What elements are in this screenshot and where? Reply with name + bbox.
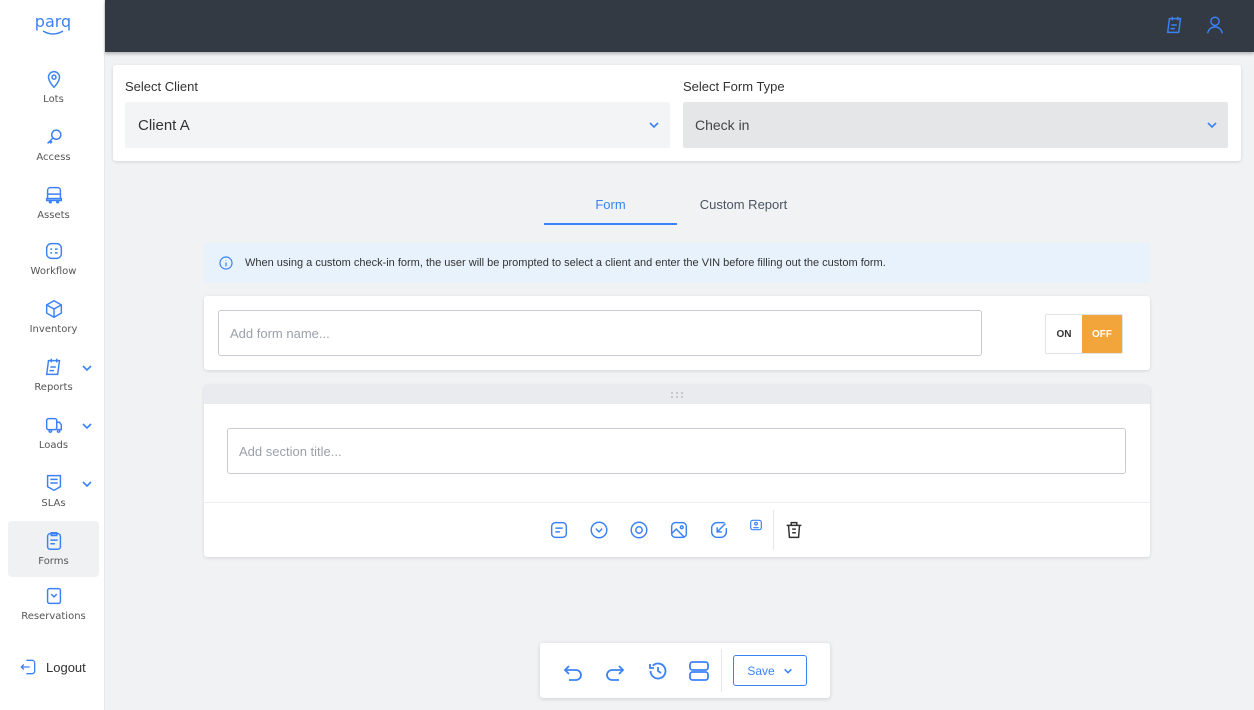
sidebar-item-reports[interactable]: Reports xyxy=(8,356,99,396)
reservations-icon xyxy=(46,587,61,605)
sidebar-item-workflow[interactable]: Workflow xyxy=(8,240,99,280)
select-form-type-label: Select Form Type xyxy=(683,79,785,94)
logout-label: Logout xyxy=(46,659,86,675)
save-label: Save xyxy=(747,663,775,678)
save-button[interactable]: Save xyxy=(733,655,807,686)
sidebar-item-loads[interactable]: Loads xyxy=(8,414,99,454)
sidebar-item-slas[interactable]: SLAs xyxy=(8,472,99,512)
sidebar-item-assets[interactable]: Assets xyxy=(8,184,99,224)
select-client-dropdown[interactable]: Client A xyxy=(125,102,670,148)
text-field-icon[interactable] xyxy=(548,519,570,541)
form-active-toggle[interactable]: ON OFF xyxy=(1045,314,1123,354)
select-client-label: Select Client xyxy=(125,79,198,94)
forms-icon xyxy=(46,532,61,550)
photo-capture-icon[interactable] xyxy=(748,517,764,533)
radio-icon[interactable] xyxy=(628,519,650,541)
sidebar-item-label: SLAs xyxy=(41,498,66,509)
select-panel: Select Client Client A Select Form Type … xyxy=(113,65,1241,161)
loads-icon xyxy=(45,417,62,433)
sidebar-item-label: Workflow xyxy=(30,266,77,277)
user-icon[interactable] xyxy=(1204,14,1226,36)
sidebar: parq Lots Access Assets Workflow Invento… xyxy=(0,0,105,710)
sidebar-item-reservations[interactable]: Reservations xyxy=(8,585,99,625)
sidebar-item-forms[interactable]: Forms xyxy=(8,521,99,577)
select-form-type-value: Check in xyxy=(695,117,750,133)
select-client-value: Client A xyxy=(138,116,190,134)
section-title-input[interactable] xyxy=(227,428,1126,474)
sidebar-item-inventory[interactable]: Inventory xyxy=(8,298,99,338)
toolbar-divider xyxy=(773,510,774,550)
toggle-off-option[interactable]: OFF xyxy=(1082,315,1122,353)
info-icon xyxy=(219,256,233,270)
report-icon xyxy=(45,358,60,376)
tab-form[interactable]: Form xyxy=(544,197,677,225)
truck-icon xyxy=(45,186,62,204)
undo-icon[interactable] xyxy=(561,659,585,683)
key-icon xyxy=(46,129,62,144)
top-bar xyxy=(105,0,1254,52)
select-form-type-dropdown[interactable]: Check in xyxy=(683,102,1228,148)
chevron-down-icon xyxy=(1207,122,1217,129)
chevron-down-icon[interactable] xyxy=(81,362,93,374)
sidebar-item-label: Loads xyxy=(38,440,69,451)
chevron-down-icon[interactable] xyxy=(81,420,93,432)
chevron-down-icon[interactable] xyxy=(81,478,93,490)
chevron-down-icon xyxy=(649,122,659,129)
box-icon xyxy=(45,299,62,319)
chevron-down-icon xyxy=(783,668,792,674)
logo-text: parq xyxy=(34,12,70,31)
map-pin-icon xyxy=(47,71,60,89)
image-icon[interactable] xyxy=(668,519,690,541)
dropdown-icon[interactable] xyxy=(588,519,610,541)
logout-icon xyxy=(20,659,36,675)
drag-handle-icon xyxy=(671,391,683,398)
parq-logo[interactable]: parq xyxy=(0,10,105,40)
sidebar-item-label: Inventory xyxy=(29,324,78,335)
section-drag-handle[interactable] xyxy=(204,385,1150,404)
redo-icon[interactable] xyxy=(603,659,627,683)
sidebar-item-label: Reservations xyxy=(21,611,86,622)
toggle-on-option[interactable]: ON xyxy=(1046,315,1082,353)
workflow-icon xyxy=(45,242,62,260)
report-icon[interactable] xyxy=(1164,14,1186,36)
signature-icon[interactable] xyxy=(708,519,730,541)
sidebar-item-label: Reports xyxy=(34,382,73,393)
info-banner: When using a custom check-in form, the u… xyxy=(204,243,1150,283)
tab-custom-report[interactable]: Custom Report xyxy=(677,197,810,225)
section-toolbar xyxy=(204,502,1150,557)
sidebar-item-label: Forms xyxy=(38,556,69,567)
history-icon[interactable] xyxy=(646,659,670,683)
toolbar-divider xyxy=(721,649,722,692)
sidebar-item-lots[interactable]: Lots xyxy=(8,68,99,108)
sidebar-item-access[interactable]: Access xyxy=(8,126,99,166)
bottom-toolbar: Save xyxy=(540,643,830,698)
info-banner-text: When using a custom check-in form, the u… xyxy=(245,257,886,269)
section-card xyxy=(204,385,1150,557)
sla-icon xyxy=(46,474,61,492)
layout-icon[interactable] xyxy=(687,659,711,683)
form-name-input[interactable] xyxy=(218,310,982,356)
sidebar-item-label: Lots xyxy=(43,94,64,105)
sidebar-item-label: Assets xyxy=(37,210,70,221)
logout-button[interactable]: Logout xyxy=(18,657,86,677)
trash-icon[interactable] xyxy=(783,519,805,541)
sidebar-item-label: Access xyxy=(36,152,71,163)
